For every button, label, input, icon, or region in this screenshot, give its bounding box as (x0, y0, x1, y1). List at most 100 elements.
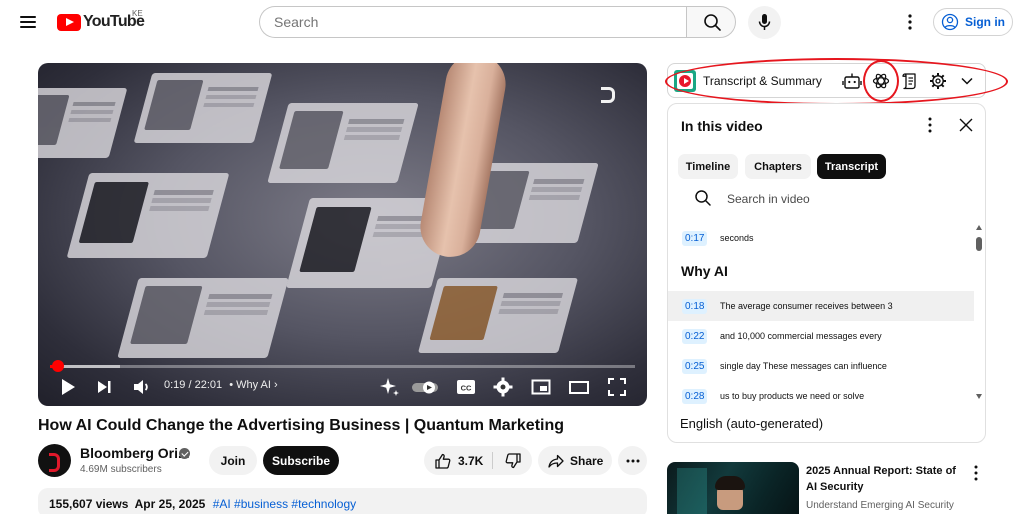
menu-icon (20, 16, 36, 18)
transcript-segment[interactable]: 0:25 single day These messages can influ… (668, 351, 974, 381)
channel-name[interactable]: Bloomberg Ori... (80, 445, 190, 461)
segment-timestamp[interactable]: 0:18 (682, 298, 708, 314)
video-frame-tile (66, 173, 230, 258)
recommended-video-thumbnail[interactable] (667, 462, 799, 514)
segment-text: seconds (720, 233, 754, 243)
chapter-heading: Why AI (681, 263, 728, 279)
captions-icon[interactable]: CC (454, 375, 478, 399)
thumbs-down-icon (505, 452, 521, 468)
segment-timestamp[interactable]: 0:28 (682, 388, 708, 404)
thumbnail-glow (677, 468, 707, 514)
tab-timeline[interactable]: Timeline (678, 154, 738, 179)
theater-mode-icon[interactable] (567, 375, 591, 399)
search-box (259, 6, 687, 38)
share-icon (548, 454, 564, 468)
guide-menu-button[interactable] (16, 10, 40, 34)
transcript-segment[interactable]: 0:22 and 10,000 commercial messages ever… (668, 321, 974, 351)
voice-search-button[interactable] (748, 6, 781, 39)
sign-in-label: Sign in (965, 15, 1005, 29)
menu-icon-line (20, 26, 36, 28)
play-icon[interactable] (56, 375, 80, 399)
youtube-play-icon (57, 13, 81, 31)
like-dislike-group: 3.7K (424, 446, 532, 475)
chevron-down-icon[interactable] (957, 71, 977, 91)
view-count: 155,607 views (49, 497, 129, 511)
chatgpt-icon[interactable] (871, 71, 891, 91)
country-code: KE (132, 9, 143, 18)
scrollbar-thumb[interactable] (976, 237, 982, 251)
robot-icon[interactable] (842, 71, 862, 91)
verified-badge-icon (179, 448, 190, 459)
microphone-icon (758, 14, 771, 30)
progress-scrubber[interactable] (52, 360, 65, 372)
sparkle-icon[interactable] (378, 375, 402, 399)
more-vertical-icon (908, 14, 912, 30)
description-box[interactable]: 155,607 views Apr 25, 2025 #AI #business… (38, 488, 647, 514)
video-frame-tile (117, 278, 289, 358)
time-separator: / (185, 379, 195, 391)
video-title: How AI Could Change the Advertising Busi… (38, 417, 565, 434)
segment-timestamp[interactable]: 0:25 (682, 358, 708, 374)
gear-icon[interactable] (928, 71, 948, 91)
like-button[interactable]: 3.7K (424, 446, 490, 475)
scroll-icon[interactable] (900, 71, 920, 91)
search-input[interactable] (274, 12, 674, 32)
recommended-video-title[interactable]: 2025 Annual Report: State of AI Security (806, 463, 968, 495)
upload-date: Apr 25, 2025 (134, 497, 206, 511)
more-horizontal-icon (626, 459, 639, 462)
tab-transcript[interactable]: Transcript (817, 154, 886, 179)
like-count: 3.7K (458, 453, 484, 468)
time-display: 0:19 / 22:01 • Why AI › (164, 379, 278, 391)
segment-text: The average consumer receives between 3 (720, 301, 893, 311)
settings-more-button[interactable] (898, 10, 922, 34)
fullscreen-icon[interactable] (605, 375, 629, 399)
video-frame-tile (38, 88, 128, 158)
recommended-video-channel[interactable]: Understand Emerging AI Security (806, 500, 954, 511)
transcript-segment[interactable]: 0:17 seconds (668, 223, 974, 253)
scroll-up-arrow-icon[interactable] (976, 225, 982, 230)
svg-text:CC: CC (461, 384, 472, 393)
tab-chapters[interactable]: Chapters (745, 154, 811, 179)
sign-in-button[interactable]: Sign in (933, 8, 1013, 36)
search-button[interactable] (686, 6, 736, 38)
segment-text: us to buy products we need or solve (720, 391, 865, 401)
miniplayer-icon[interactable] (529, 375, 553, 399)
panel-title: In this video (681, 118, 763, 134)
search-icon (704, 14, 721, 31)
autoplay-toggle-icon[interactable] (410, 375, 440, 399)
close-icon[interactable] (957, 116, 975, 134)
panel-more-icon[interactable] (922, 115, 938, 135)
progress-bar[interactable] (50, 360, 635, 372)
chapter-title-button[interactable]: • Why AI › (229, 379, 277, 391)
subscribe-button[interactable]: Subscribe (263, 446, 339, 475)
masthead: YouTube KE Sign in (0, 0, 1024, 44)
dislike-button[interactable] (496, 446, 530, 475)
time-total: 22:01 (194, 379, 223, 391)
recommended-more-icon[interactable] (969, 464, 983, 482)
segment-timestamp[interactable]: 0:17 (682, 230, 708, 246)
extension-logo-icon[interactable] (674, 70, 696, 92)
next-icon[interactable] (92, 375, 116, 399)
segment-text: single day These messages can influence (720, 361, 887, 371)
in-this-video-panel: In this video Timeline Chapters Transcri… (667, 103, 986, 443)
volume-icon[interactable] (130, 375, 154, 399)
settings-gear-icon[interactable] (491, 375, 515, 399)
search-icon (695, 190, 711, 206)
scroll-down-arrow-icon[interactable] (976, 394, 982, 399)
thumbs-up-icon (435, 453, 451, 469)
share-button[interactable]: Share (538, 446, 612, 475)
join-button[interactable]: Join (209, 446, 257, 475)
thumbnail-person-hair (715, 476, 745, 490)
transcript-language-selector[interactable]: English (auto-generated) (680, 416, 823, 431)
transcript-search-input[interactable] (727, 190, 957, 208)
segment-timestamp[interactable]: 0:22 (682, 328, 708, 344)
video-player[interactable]: 0:19 / 22:01 • Why AI › CC (38, 63, 647, 406)
channel-watermark-icon (601, 87, 615, 103)
channel-avatar[interactable] (38, 444, 71, 477)
transcript-segment-active[interactable]: 0:18 The average consumer receives betwe… (668, 291, 974, 321)
transcript-segment[interactable]: 0:28 us to buy products we need or solve (668, 381, 974, 411)
more-actions-button[interactable] (618, 446, 647, 475)
transcript-extension-bar: Transcript & Summary (667, 63, 986, 98)
hashtags[interactable]: #AI #business #technology (213, 497, 356, 511)
extension-title[interactable]: Transcript & Summary (703, 74, 822, 88)
